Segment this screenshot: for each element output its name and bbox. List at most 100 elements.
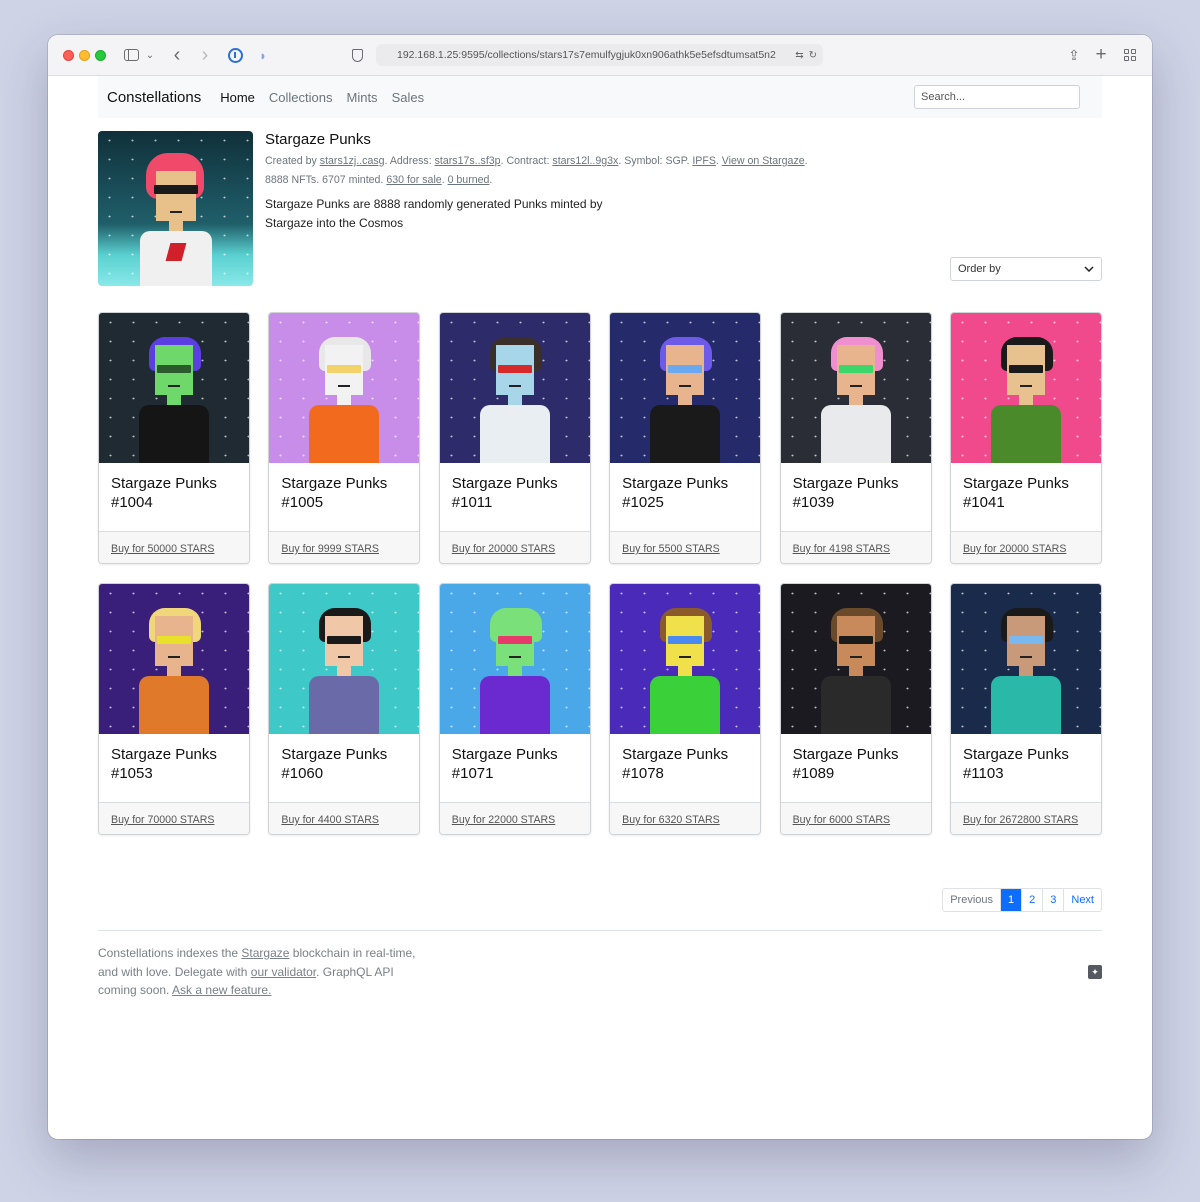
nft-title[interactable]: Stargaze Punks #1071: [452, 745, 582, 783]
nft-title[interactable]: Stargaze Punks #1089: [793, 745, 923, 783]
nft-image[interactable]: [269, 313, 420, 463]
password-manager-icon[interactable]: [226, 44, 244, 66]
nav-link-home[interactable]: Home: [220, 90, 255, 105]
buy-link[interactable]: Buy for 5500 STARS: [622, 543, 720, 555]
nft-title[interactable]: Stargaze Punks #1005: [281, 474, 411, 512]
nft-card[interactable]: Stargaze Punks #1039 Buy for 4198 STARS: [779, 312, 932, 564]
validator-link[interactable]: our validator: [251, 965, 316, 979]
nft-title[interactable]: Stargaze Punks #1011: [452, 474, 582, 512]
nav-link-sales[interactable]: Sales: [392, 90, 425, 105]
collection-title: Stargaze Punks: [265, 131, 371, 148]
for-sale-link[interactable]: 630 for sale: [386, 174, 441, 186]
nft-card[interactable]: Stargaze Punks #1041 Buy for 20000 STARS: [949, 312, 1102, 564]
share-icon[interactable]: ⇪: [1066, 44, 1082, 66]
nft-image[interactable]: [950, 584, 1101, 734]
collection-info: Stargaze Punks Created by stars1zj..casg…: [265, 131, 985, 232]
nft-title[interactable]: Stargaze Punks #1025: [622, 474, 752, 512]
nft-title[interactable]: Stargaze Punks #1004: [111, 474, 241, 512]
burned-link[interactable]: 0 burned: [448, 174, 490, 186]
close-window-button[interactable]: [63, 50, 74, 61]
browser-toolbar: ⌄ ‹ › ◗ 192.168.1.25:9595/collections/st…: [48, 35, 1152, 76]
privacy-shield-icon[interactable]: [349, 44, 365, 66]
nft-card[interactable]: Stargaze Punks #1071 Buy for 22000 STARS: [438, 583, 591, 835]
symbol-text: . Symbol: SGP.: [618, 155, 690, 167]
buy-link[interactable]: Buy for 9999 STARS: [281, 543, 379, 555]
buy-link[interactable]: Buy for 2672800 STARS: [963, 814, 1078, 826]
order-by-select[interactable]: Order by: [950, 257, 1102, 281]
nft-image[interactable]: [99, 584, 249, 734]
back-arrow-icon[interactable]: ‹: [168, 44, 186, 66]
sidebar-toggle-icon[interactable]: [122, 44, 140, 66]
minimize-window-button[interactable]: [79, 50, 90, 61]
nft-image[interactable]: [99, 313, 249, 463]
nft-image[interactable]: [610, 313, 761, 463]
nft-title[interactable]: Stargaze Punks #1053: [111, 745, 241, 783]
buy-link[interactable]: Buy for 50000 STARS: [111, 543, 214, 555]
nft-card[interactable]: Stargaze Punks #1005 Buy for 9999 STARS: [268, 312, 421, 564]
contract-link[interactable]: stars12l..9g3x: [552, 155, 618, 167]
reload-icon[interactable]: ↻: [809, 50, 817, 61]
card-footer: Buy for 50000 STARS: [99, 531, 249, 563]
buy-link[interactable]: Buy for 6320 STARS: [622, 814, 720, 826]
brand-logo[interactable]: Constellations: [107, 89, 201, 106]
chevron-down-icon[interactable]: ⌄: [145, 44, 155, 66]
buy-link[interactable]: Buy for 20000 STARS: [452, 543, 555, 555]
address-link[interactable]: stars17s..sf3p: [435, 155, 501, 167]
collection-meta: Created by stars1zj..casg. Address: star…: [265, 155, 808, 186]
nav-link-collections[interactable]: Collections: [269, 90, 333, 105]
creator-link[interactable]: stars1zj..casg: [320, 155, 385, 167]
nft-image[interactable]: [610, 584, 761, 734]
nft-card[interactable]: Stargaze Punks #1089 Buy for 6000 STARS: [779, 583, 932, 835]
pagination-page-2[interactable]: 2: [1021, 889, 1042, 911]
footer-text-part: Constellations indexes the: [98, 946, 242, 960]
card-footer: Buy for 5500 STARS: [610, 531, 761, 563]
translate-icon[interactable]: ⇆: [795, 50, 803, 61]
nft-title[interactable]: Stargaze Punks #1041: [963, 474, 1093, 512]
nav-link-mints[interactable]: Mints: [347, 90, 378, 105]
view-on-stargaze-link[interactable]: View on Stargaze: [722, 155, 805, 167]
nft-image[interactable]: [439, 313, 590, 463]
nft-card[interactable]: Stargaze Punks #1053 Buy for 70000 STARS: [98, 583, 250, 835]
tab-overview-icon[interactable]: [1122, 44, 1138, 66]
buy-link[interactable]: Buy for 22000 STARS: [452, 814, 555, 826]
buy-link[interactable]: Buy for 70000 STARS: [111, 814, 214, 826]
buy-link[interactable]: Buy for 4198 STARS: [793, 543, 891, 555]
nft-image[interactable]: [269, 584, 420, 734]
buy-link[interactable]: Buy for 4400 STARS: [281, 814, 379, 826]
address-bar[interactable]: 192.168.1.25:9595/collections/stars17s7e…: [376, 44, 823, 66]
nft-title[interactable]: Stargaze Punks #1060: [281, 745, 411, 783]
nft-card[interactable]: Stargaze Punks #1025 Buy for 5500 STARS: [609, 312, 762, 564]
ask-feature-link[interactable]: Ask a new feature.: [172, 983, 271, 997]
nft-title[interactable]: Stargaze Punks #1039: [793, 474, 923, 512]
stargaze-link[interactable]: Stargaze: [241, 946, 289, 960]
nft-card[interactable]: Stargaze Punks #1004 Buy for 50000 STARS: [98, 312, 250, 564]
nft-image[interactable]: [780, 584, 931, 734]
nft-card[interactable]: Stargaze Punks #1060 Buy for 4400 STARS: [268, 583, 421, 835]
nft-card[interactable]: Stargaze Punks #1011 Buy for 20000 STARS: [438, 312, 591, 564]
card-footer: Buy for 20000 STARS: [950, 531, 1101, 563]
buy-link[interactable]: Buy for 6000 STARS: [793, 814, 891, 826]
nft-title[interactable]: Stargaze Punks #1078: [622, 745, 752, 783]
rss-icon[interactable]: ◗: [254, 44, 272, 66]
pagination-page-1[interactable]: 1: [1000, 889, 1022, 911]
card-footer: Buy for 6320 STARS: [610, 802, 761, 834]
buy-link[interactable]: Buy for 20000 STARS: [963, 543, 1066, 555]
zoom-window-button[interactable]: [95, 50, 106, 61]
twitter-icon[interactable]: ✦: [1088, 965, 1102, 979]
contract-label: . Contract:: [500, 155, 550, 167]
nft-title[interactable]: Stargaze Punks #1103: [963, 745, 1093, 783]
ipfs-link[interactable]: IPFS: [692, 155, 716, 167]
nft-card[interactable]: Stargaze Punks #1103 Buy for 2672800 STA…: [949, 583, 1102, 835]
nft-image[interactable]: [780, 313, 931, 463]
pagination-next[interactable]: Next: [1063, 889, 1101, 911]
new-tab-icon[interactable]: +: [1093, 44, 1109, 66]
pagination-page-3[interactable]: 3: [1042, 889, 1063, 911]
search-input[interactable]: [914, 85, 1080, 109]
nft-card[interactable]: Stargaze Punks #1078 Buy for 6320 STARS: [609, 583, 762, 835]
pagination-previous[interactable]: Previous: [943, 889, 1000, 911]
separator: .: [804, 155, 808, 167]
nft-image[interactable]: [439, 584, 590, 734]
forward-arrow-icon[interactable]: ›: [196, 44, 214, 66]
nft-image[interactable]: [950, 313, 1101, 463]
pagination: Previous 1 2 3 Next: [942, 888, 1102, 912]
